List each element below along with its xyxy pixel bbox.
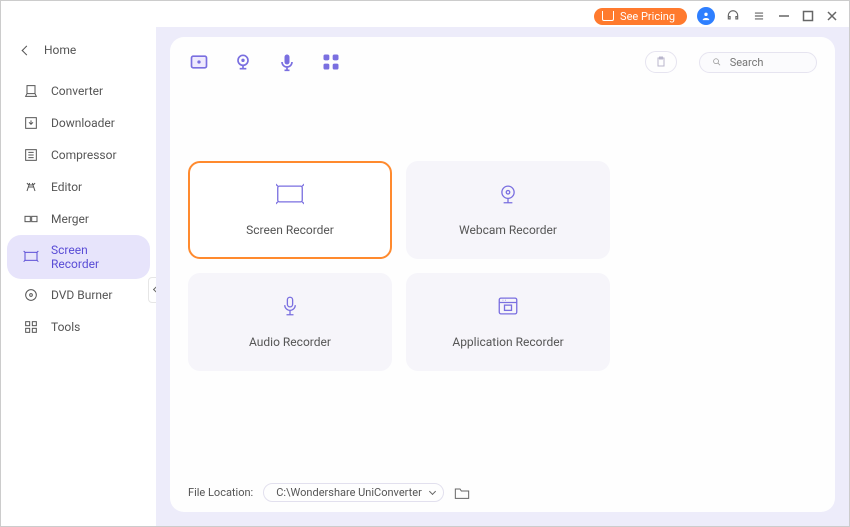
minimize-window-button[interactable]: [777, 9, 791, 23]
audio-tool-icon: [277, 52, 297, 72]
sidebar-item-tools[interactable]: Tools: [7, 311, 150, 343]
webcam-tool-icon: [233, 52, 253, 72]
clipboard-button[interactable]: [645, 51, 677, 73]
converter-icon: [23, 83, 39, 99]
chevron-down-icon: [429, 488, 436, 495]
sidebar-item-label: Merger: [51, 212, 89, 226]
sidebar-item-compressor[interactable]: Compressor: [7, 139, 150, 171]
card-label: Application Recorder: [452, 335, 563, 349]
sidebar-item-editor[interactable]: Editor: [7, 171, 150, 203]
audio-mode-button[interactable]: [276, 51, 298, 73]
minimize-icon: [778, 10, 790, 22]
sidebar-item-downloader[interactable]: Downloader: [7, 107, 150, 139]
menu-button[interactable]: [751, 8, 767, 24]
sidebar-item-screen-recorder[interactable]: Screen Recorder: [7, 235, 150, 279]
maximize-window-button[interactable]: [801, 9, 815, 23]
footer-bar: File Location: C:\Wondershare UniConvert…: [188, 483, 817, 502]
merger-icon: [23, 211, 39, 227]
sidebar-item-merger[interactable]: Merger: [7, 203, 150, 235]
screen-recorder-card[interactable]: Screen Recorder: [188, 161, 392, 259]
search-box[interactable]: [699, 52, 817, 73]
webcam-recorder-card[interactable]: Webcam Recorder: [406, 161, 610, 259]
sidebar-item-label: Downloader: [51, 116, 115, 130]
home-label: Home: [44, 43, 76, 57]
sidebar: Home Converter Downloader Compressor Edi…: [1, 27, 156, 526]
hamburger-icon: [752, 9, 766, 23]
downloader-icon: [23, 115, 39, 131]
open-folder-button[interactable]: [454, 486, 470, 500]
home-back-button[interactable]: Home: [1, 37, 156, 75]
sidebar-item-dvd-burner[interactable]: DVD Burner: [7, 279, 150, 311]
headset-icon: [726, 9, 740, 23]
sidebar-item-label: Converter: [51, 84, 103, 98]
tools-icon: [23, 319, 39, 335]
content-panel: Screen Recorder Webcam Recorder Audio Re…: [170, 37, 835, 512]
file-location-label: File Location:: [188, 486, 253, 499]
app-card-icon: [494, 295, 522, 317]
file-location-path: C:\Wondershare UniConverter: [276, 486, 422, 499]
recorder-grid: Screen Recorder Webcam Recorder Audio Re…: [188, 161, 817, 371]
search-input[interactable]: [730, 56, 804, 69]
folder-icon: [454, 486, 470, 500]
card-label: Webcam Recorder: [459, 223, 557, 237]
clipboard-icon: [655, 55, 667, 69]
sidebar-item-label: Compressor: [51, 148, 117, 162]
cart-icon: [602, 11, 614, 21]
dvd-burner-icon: [23, 287, 39, 303]
sidebar-item-label: Editor: [51, 180, 82, 194]
pricing-label: See Pricing: [620, 10, 675, 23]
app-mode-button[interactable]: [320, 51, 342, 73]
screen-tool-icon: [189, 52, 209, 72]
sidebar-item-label: Screen Recorder: [51, 243, 134, 271]
file-location-dropdown[interactable]: C:\Wondershare UniConverter: [263, 483, 444, 502]
maximize-icon: [802, 10, 814, 22]
screen-recorder-icon: [23, 249, 39, 265]
see-pricing-button[interactable]: See Pricing: [594, 8, 687, 25]
editor-icon: [23, 179, 39, 195]
audio-recorder-card[interactable]: Audio Recorder: [188, 273, 392, 371]
chevron-left-icon: [22, 45, 32, 55]
close-window-button[interactable]: [825, 9, 839, 23]
search-icon: [712, 56, 722, 68]
sidebar-item-converter[interactable]: Converter: [7, 75, 150, 107]
close-icon: [826, 10, 838, 22]
user-icon: [701, 11, 711, 21]
sidebar-item-label: DVD Burner: [51, 288, 112, 302]
main-area: Screen Recorder Webcam Recorder Audio Re…: [156, 27, 849, 526]
compressor-icon: [23, 147, 39, 163]
application-recorder-card[interactable]: Application Recorder: [406, 273, 610, 371]
screen-card-icon: [276, 183, 304, 205]
audio-card-icon: [276, 295, 304, 317]
headset-button[interactable]: [725, 8, 741, 24]
titlebar: See Pricing: [1, 1, 849, 27]
mode-toolbar: [188, 51, 817, 73]
card-label: Screen Recorder: [246, 223, 334, 237]
card-label: Audio Recorder: [249, 335, 331, 349]
app-tool-icon: [321, 52, 341, 72]
sidebar-item-label: Tools: [51, 320, 80, 334]
webcam-card-icon: [494, 183, 522, 205]
screen-mode-button[interactable]: [188, 51, 210, 73]
webcam-mode-button[interactable]: [232, 51, 254, 73]
user-avatar-button[interactable]: [697, 7, 715, 25]
